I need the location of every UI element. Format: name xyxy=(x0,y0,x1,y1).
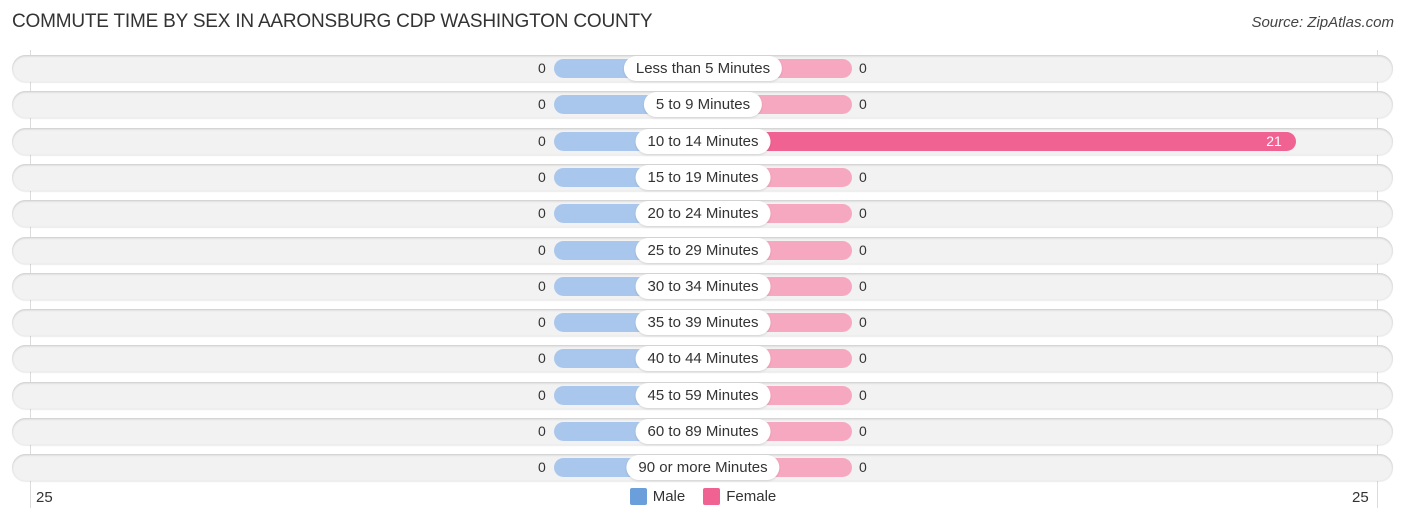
source-label: Source: ZipAtlas.com xyxy=(1251,14,1394,31)
category-label: 5 to 9 Minutes xyxy=(643,92,763,117)
category-label: 25 to 29 Minutes xyxy=(635,238,771,263)
value-label-female: 0 xyxy=(859,387,867,403)
legend: Male Female xyxy=(0,488,1406,505)
value-label-male: 0 xyxy=(538,242,546,258)
value-label-female: 0 xyxy=(859,459,867,475)
value-label-male: 0 xyxy=(538,133,546,149)
value-label-male: 0 xyxy=(538,278,546,294)
value-label-female: 0 xyxy=(859,423,867,439)
category-label: 35 to 39 Minutes xyxy=(635,310,771,335)
value-label-male: 0 xyxy=(538,60,546,76)
category-label: 45 to 59 Minutes xyxy=(635,383,771,408)
value-label-male: 0 xyxy=(538,423,546,439)
category-label: Less than 5 Minutes xyxy=(623,56,783,81)
bar-female[interactable] xyxy=(703,132,1297,151)
value-label-male: 0 xyxy=(538,205,546,221)
legend-label-female: Female xyxy=(726,488,777,505)
value-label-female: 21 xyxy=(1266,133,1282,149)
value-label-male: 0 xyxy=(538,387,546,403)
value-label-female: 0 xyxy=(859,278,867,294)
value-label-male: 0 xyxy=(538,96,546,112)
value-label-female: 0 xyxy=(859,96,867,112)
legend-item-male[interactable]: Male xyxy=(629,488,686,505)
value-label-female: 0 xyxy=(859,314,867,330)
legend-item-female[interactable]: Female xyxy=(703,488,776,505)
category-label: 90 or more Minutes xyxy=(626,455,780,480)
category-label: 20 to 24 Minutes xyxy=(635,201,771,226)
value-label-female: 0 xyxy=(859,60,867,76)
category-label: 60 to 89 Minutes xyxy=(635,419,771,444)
category-label: 30 to 34 Minutes xyxy=(635,274,771,299)
value-label-male: 0 xyxy=(538,459,546,475)
value-label-male: 0 xyxy=(538,314,546,330)
legend-label-male: Male xyxy=(652,488,686,505)
value-label-female: 0 xyxy=(859,350,867,366)
legend-swatch-female xyxy=(703,488,721,505)
category-label: 10 to 14 Minutes xyxy=(635,129,771,154)
category-label: 15 to 19 Minutes xyxy=(635,165,771,190)
value-label-female: 0 xyxy=(859,242,867,258)
legend-swatch-male xyxy=(629,488,647,505)
value-label-female: 0 xyxy=(859,205,867,221)
value-label-male: 0 xyxy=(538,350,546,366)
chart-title: COMMUTE TIME BY SEX IN AARONSBURG CDP WA… xyxy=(12,11,653,32)
value-label-female: 0 xyxy=(859,169,867,185)
value-label-male: 0 xyxy=(538,169,546,185)
category-label: 40 to 44 Minutes xyxy=(635,346,771,371)
